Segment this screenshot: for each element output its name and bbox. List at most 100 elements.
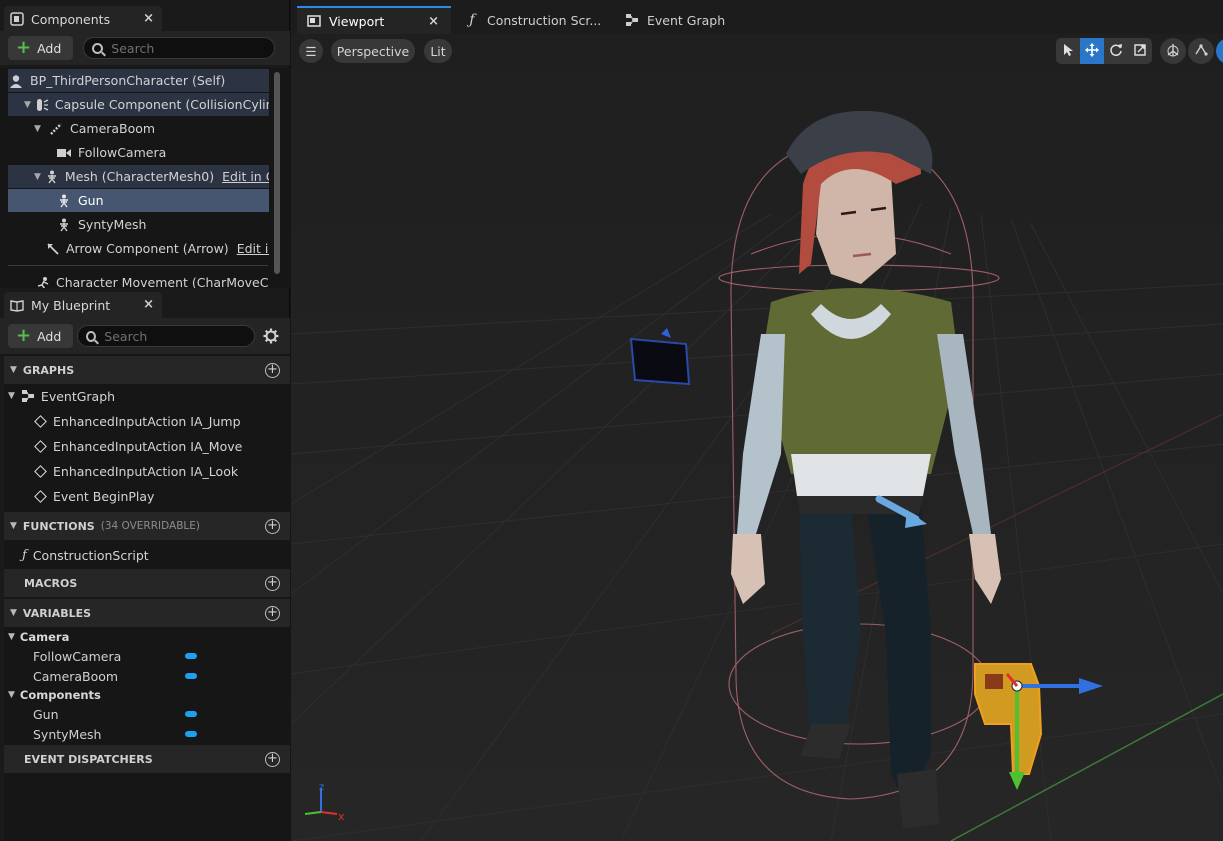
tree-item-charmove[interactable]: Character Movement (CharMoveComp) xyxy=(8,271,269,288)
blueprint-search[interactable] xyxy=(77,325,256,347)
tab-my-blueprint-label: My Blueprint xyxy=(31,297,111,313)
search-icon xyxy=(92,42,104,54)
tree-item-syntymesh[interactable]: SyntyMesh xyxy=(8,213,269,236)
event-dispatchers-label: EVENT DISPATCHERS xyxy=(24,752,153,766)
my-blueprint-toolbar: + Add xyxy=(0,318,290,354)
settings-gear-icon[interactable] xyxy=(263,328,279,344)
add-member-button[interactable]: + Add xyxy=(8,324,74,348)
macros-header-label: MACROS xyxy=(24,576,78,590)
x-axis-label: x xyxy=(338,810,345,822)
tree-item-gun[interactable]: Gun xyxy=(8,189,269,212)
variable-category-camera[interactable]: ▼ Camera xyxy=(8,627,69,647)
blueprint-search-input[interactable] xyxy=(104,328,255,344)
event-label: EnhancedInputAction IA_Jump xyxy=(53,413,241,429)
plus-icon: + xyxy=(16,325,32,346)
event-item-look[interactable]: EnhancedInputAction IA_Look xyxy=(34,460,238,482)
rotate-tool-button[interactable] xyxy=(1104,38,1128,64)
tab-components-label: Components xyxy=(31,11,111,27)
variable-item-followcamera[interactable]: FollowCamera xyxy=(33,646,203,666)
add-graph-icon[interactable]: + xyxy=(265,363,280,378)
functions-header[interactable]: ▼ FUNCTIONS (34 OVERRIDABLE) + xyxy=(4,512,290,540)
tree-scrollbar[interactable] xyxy=(274,72,280,274)
lighting-dropdown[interactable]: Lit xyxy=(424,39,452,63)
graphs-header[interactable]: ▼ GRAPHS + xyxy=(4,356,290,384)
expand-arrow-icon[interactable]: ▼ xyxy=(8,690,15,700)
tree-item-self[interactable]: BP_ThirdPersonCharacter (Self) xyxy=(8,69,269,92)
add-variable-icon[interactable]: + xyxy=(265,606,280,621)
view-mode-dropdown[interactable]: Perspective xyxy=(331,39,415,63)
tree-item-cameraboom[interactable]: ▼ CameraBoom xyxy=(8,117,269,140)
variable-label: CameraBoom xyxy=(33,668,119,684)
add-component-button[interactable]: + Add xyxy=(8,36,74,60)
3d-viewport[interactable]: ☰ Perspective Lit z x xyxy=(291,34,1223,841)
function-icon: ƒ xyxy=(22,547,27,563)
scale-tool-button[interactable] xyxy=(1128,38,1152,64)
local-world-toggle[interactable] xyxy=(1160,38,1186,64)
select-tool-button[interactable] xyxy=(1056,38,1080,64)
event-graph-item[interactable]: ▼ EventGraph xyxy=(8,385,115,407)
event-item-move[interactable]: EnhancedInputAction IA_Move xyxy=(34,435,242,457)
document-tab-bar: Viewport × ƒ Construction Scr... Event G… xyxy=(291,0,1223,38)
expand-arrow-icon[interactable]: ▼ xyxy=(8,632,15,642)
add-function-icon[interactable]: + xyxy=(265,519,280,534)
editor-area: Viewport × ƒ Construction Scr... Event G… xyxy=(291,0,1223,841)
add-macro-icon[interactable]: + xyxy=(265,576,280,591)
close-components-icon[interactable]: × xyxy=(143,11,154,26)
variable-type-pill xyxy=(185,653,197,659)
collapse-arrow-icon[interactable]: ▼ xyxy=(10,365,17,375)
close-viewport-icon[interactable]: × xyxy=(428,14,439,29)
components-search-input[interactable] xyxy=(111,40,262,56)
components-icon xyxy=(10,12,24,26)
collapse-arrow-icon[interactable]: ▼ xyxy=(10,521,17,531)
tab-construction-script[interactable]: ƒ Construction Scr... xyxy=(455,6,605,34)
variable-category-components[interactable]: ▼ Components xyxy=(8,685,101,705)
translate-tool-button[interactable] xyxy=(1080,38,1104,64)
variables-header[interactable]: ▼ VARIABLES + xyxy=(4,599,290,627)
tree-item-followcamera[interactable]: FollowCamera xyxy=(8,141,269,164)
tab-viewport[interactable]: Viewport × xyxy=(297,6,451,34)
hamburger-icon: ☰ xyxy=(305,43,317,59)
arrow-icon xyxy=(46,241,60,257)
event-item-beginplay[interactable]: Event BeginPlay xyxy=(34,485,154,507)
tree-divider xyxy=(8,265,268,266)
person-icon xyxy=(8,73,24,89)
expand-arrow-icon[interactable]: ▼ xyxy=(24,100,31,110)
tab-event-graph[interactable]: Event Graph xyxy=(615,6,745,34)
variable-item-cameraboom[interactable]: CameraBoom xyxy=(33,666,203,686)
close-my-blueprint-icon[interactable]: × xyxy=(143,297,154,312)
event-diamond-icon xyxy=(34,414,47,428)
skeleton-icon xyxy=(56,193,72,209)
event-dispatchers-header[interactable]: EVENT DISPATCHERS + xyxy=(4,745,290,773)
add-dispatcher-icon[interactable]: + xyxy=(265,752,280,767)
add-component-label: Add xyxy=(37,40,62,56)
expand-arrow-icon[interactable]: ▼ xyxy=(34,172,41,182)
tree-item-label: Gun xyxy=(78,193,104,208)
collapse-arrow-icon[interactable]: ▼ xyxy=(10,608,17,618)
components-search[interactable] xyxy=(83,37,276,59)
viewport-menu-button[interactable]: ☰ xyxy=(299,39,323,63)
tab-my-blueprint[interactable]: My Blueprint × xyxy=(4,292,162,318)
tree-item-label: SyntyMesh xyxy=(78,217,147,232)
tab-components[interactable]: Components × xyxy=(4,6,162,32)
axis-indicator: z x xyxy=(304,782,345,822)
transform-tools xyxy=(1056,38,1152,64)
book-icon xyxy=(10,298,24,312)
edit-in-cpp-link[interactable]: Edit in C++ xyxy=(222,169,269,184)
macros-header[interactable]: MACROS + xyxy=(4,569,290,597)
category-label: Components xyxy=(19,688,101,702)
tab-label: Event Graph xyxy=(647,12,726,28)
function-item-constructionscript[interactable]: ƒ ConstructionScript xyxy=(22,544,149,566)
tree-item-capsule[interactable]: ▼ Capsule Component (CollisionCylinder) xyxy=(8,93,269,116)
variable-item-gun[interactable]: Gun xyxy=(33,704,203,724)
variable-item-syntymesh[interactable]: SyntyMesh xyxy=(33,724,203,744)
tree-item-label: Arrow Component (Arrow) xyxy=(66,241,229,256)
z-axis-label: z xyxy=(319,782,324,793)
tree-item-arrow[interactable]: Arrow Component (Arrow) Edit in C++ xyxy=(8,237,269,260)
left-panels: Components × + Add BP_ThirdPersonCharact… xyxy=(0,0,290,841)
surface-snap-toggle[interactable] xyxy=(1188,38,1214,64)
expand-arrow-icon[interactable]: ▼ xyxy=(8,391,15,401)
expand-arrow-icon[interactable]: ▼ xyxy=(34,124,44,134)
event-item-jump[interactable]: EnhancedInputAction IA_Jump xyxy=(34,410,241,432)
tree-item-mesh[interactable]: ▼ Mesh (CharacterMesh0) Edit in C++ xyxy=(8,165,269,188)
edit-in-cpp-link[interactable]: Edit in C++ xyxy=(237,241,269,256)
